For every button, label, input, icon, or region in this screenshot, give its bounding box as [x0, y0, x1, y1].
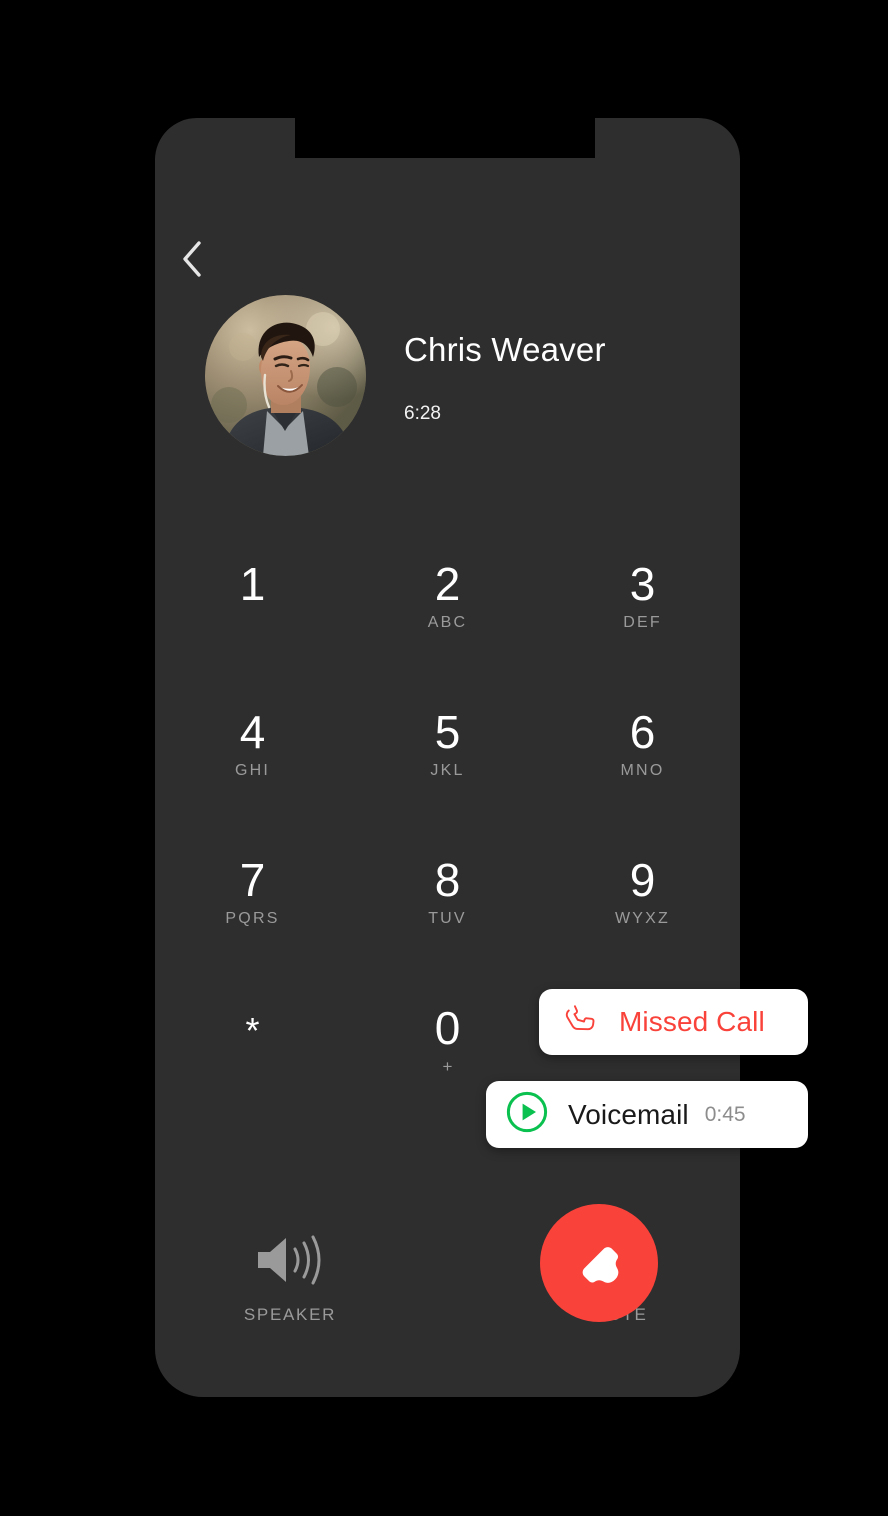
contact-name: Chris Weaver — [404, 331, 606, 368]
chevron-left-icon — [181, 240, 203, 283]
contact-avatar-photo — [205, 295, 366, 456]
end-call-button[interactable] — [540, 1204, 658, 1322]
key-digit: 6 — [629, 706, 656, 758]
call-screen: Chris Weaver 6:28 1 2 ABC 3 DEF 4 GHI 5 … — [155, 118, 740, 1397]
speaker-button[interactable]: SPEAKER — [210, 1231, 370, 1323]
key-star[interactable]: * — [155, 982, 350, 1130]
keypad-row: 1 2 ABC 3 DEF — [155, 538, 740, 686]
key-8[interactable]: 8 TUV — [350, 834, 545, 982]
key-6[interactable]: 6 MNO — [545, 686, 740, 834]
key-5[interactable]: 5 JKL — [350, 686, 545, 834]
phone-handset-outline-icon — [561, 1001, 599, 1044]
avatar — [205, 295, 366, 456]
call-duration: 6:28 — [404, 403, 441, 424]
phone-device-frame: Chris Weaver 6:28 1 2 ABC 3 DEF 4 GHI 5 … — [155, 118, 740, 1397]
key-digit: * — [245, 1010, 260, 1051]
key-9[interactable]: 9 WYXZ — [545, 834, 740, 982]
contact-info: Chris Weaver 6:28 — [404, 295, 606, 423]
key-digit: 5 — [434, 706, 461, 758]
speaker-label: SPEAKER — [243, 1305, 337, 1324]
voicemail-notification[interactable]: Voicemail 0:45 — [486, 1081, 808, 1148]
key-letters: GHI — [234, 762, 271, 779]
key-4[interactable]: 4 GHI — [155, 686, 350, 834]
key-3[interactable]: 3 DEF — [545, 538, 740, 686]
key-7[interactable]: 7 PQRS — [155, 834, 350, 982]
key-1[interactable]: 1 — [155, 538, 350, 686]
key-2[interactable]: 2 ABC — [350, 538, 545, 686]
key-letters: PQRS — [225, 910, 280, 927]
key-digit: 4 — [239, 706, 266, 758]
key-digit: 7 — [239, 854, 266, 906]
key-digit: 9 — [629, 854, 656, 906]
key-digit: 2 — [434, 558, 461, 610]
voicemail-duration: 0:45 — [704, 1102, 746, 1126]
voicemail-label: Voicemail — [568, 1098, 689, 1130]
speaker-volume-icon — [252, 1231, 328, 1294]
end-call-handset-icon — [556, 1220, 642, 1306]
missed-call-notification[interactable]: Missed Call — [539, 989, 808, 1055]
keypad-row: 4 GHI 5 JKL 6 MNO — [155, 686, 740, 834]
play-circle-icon — [506, 1091, 548, 1138]
key-letters: + — [442, 1057, 453, 1076]
key-digit: 1 — [239, 558, 266, 610]
key-letters: MNO — [620, 762, 665, 779]
key-letters: ABC — [427, 614, 468, 631]
contact-header: Chris Weaver 6:28 — [205, 295, 606, 456]
key-letters: TUV — [428, 910, 467, 927]
key-letters: DEF — [623, 614, 662, 631]
key-digit: 0 — [434, 1002, 461, 1054]
key-digit: 3 — [629, 558, 656, 610]
key-letters: WYXZ — [614, 910, 671, 927]
missed-call-label: Missed Call — [619, 1006, 765, 1037]
back-button[interactable] — [169, 238, 215, 284]
key-digit: 8 — [434, 854, 461, 906]
key-letters: JKL — [430, 762, 465, 779]
keypad-row: 7 PQRS 8 TUV 9 WYXZ — [155, 834, 740, 982]
